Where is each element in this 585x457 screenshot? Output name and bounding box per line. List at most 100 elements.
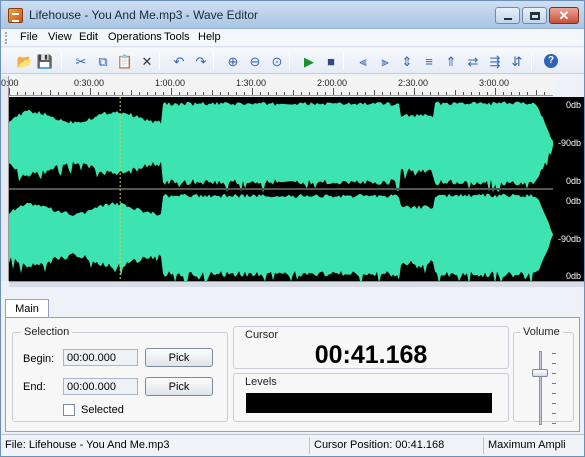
copy-icon: ⧉ (98, 53, 108, 69)
ruler-tick (462, 92, 464, 95)
ruler-tick (122, 92, 124, 95)
selected-label: Selected (81, 404, 124, 416)
redo-icon: ↷ (195, 53, 207, 69)
cursor-group: Cursor 00:41.168 (233, 326, 509, 369)
pick-begin-button[interactable]: Pick (145, 348, 213, 367)
toolbar: 📂 💾 ✂ ⧉ 📋 ✕ ↶ ↷ ⊕ ⊖ ⊙ ▶ ■ ⫷ ⫸ ⇕ ≡ ⇑ ⇄ ⇶ ⇵? (1, 48, 584, 74)
time-ruler[interactable]: 0:00 0:30.00 1:00.00 1:30.00 2:00.00 2:30.00 3… (1, 76, 553, 96)
ruler-tick (73, 92, 75, 95)
cut-icon: ✂ (75, 53, 87, 69)
ruler-tick (195, 92, 197, 95)
volume-tick (552, 403, 556, 404)
ruler-tick (341, 92, 343, 95)
cut-button[interactable]: ✂ (71, 51, 91, 71)
menu-operations[interactable]: Operations (108, 31, 162, 43)
save-icon: 💾 (36, 53, 54, 69)
ruler-tick (381, 92, 383, 95)
track-header-strip (1, 76, 9, 281)
pick-end-button[interactable]: Pick (145, 377, 213, 396)
open-folder-button[interactable]: 📂 (15, 51, 35, 71)
menu-edit[interactable]: Edit (79, 31, 98, 43)
toolbar-separator (159, 52, 160, 70)
toolbar-separator (61, 52, 62, 70)
play-button[interactable]: ▶ (299, 51, 319, 71)
cursor-title: Cursor (245, 329, 279, 341)
minimize-button[interactable] (495, 7, 520, 24)
horizontal-scrollbar[interactable] (9, 281, 584, 287)
ruler-tick (260, 92, 262, 95)
selection-group: Selection Begin: Pick End: Pick Selected (12, 326, 228, 422)
toolbar-separator (289, 52, 290, 70)
volume-tick (552, 423, 556, 424)
begin-field[interactable] (63, 349, 138, 366)
waveform-channel-1 (9, 101, 553, 193)
ruler-tick (81, 92, 83, 95)
status-cursor-position: Cursor Position: 00:41.168 (309, 437, 481, 454)
menu-help[interactable]: Help (198, 31, 221, 43)
ruler-tick (235, 92, 237, 95)
fade-in-button[interactable]: ⫷ (353, 51, 373, 71)
save-button[interactable]: 💾 (35, 51, 55, 71)
ruler-tick (422, 92, 424, 95)
normalize-button[interactable]: ⇕ (397, 51, 417, 71)
zoom-in-button[interactable]: ⊕ (223, 51, 243, 71)
redo-button[interactable]: ↷ (191, 51, 211, 71)
ruler-tick (17, 92, 19, 95)
status-bar: File: Lifehouse - You And Me.mp3 Cursor … (1, 434, 584, 456)
stop-button[interactable]: ■ (321, 51, 341, 71)
effect-icon: ⇶ (489, 53, 501, 69)
menu-tools[interactable]: Tools (164, 31, 190, 43)
help-button[interactable]: ? (541, 51, 561, 71)
delete-button[interactable]: ✕ (137, 51, 157, 71)
toolbar-separator (343, 52, 344, 70)
zoom-fit-button[interactable]: ⊙ (267, 51, 287, 71)
effect-2-button[interactable]: ⇵ (507, 51, 527, 71)
zoom-out-icon: ⊖ (249, 53, 261, 69)
undo-button[interactable]: ↶ (169, 51, 189, 71)
amplify-button[interactable]: ⇑ (441, 51, 461, 71)
paste-button[interactable]: 📋 (115, 51, 135, 71)
copy-button[interactable]: ⧉ (93, 51, 113, 71)
db-label: -90db (557, 234, 581, 244)
normalize-icon: ⇕ (401, 53, 413, 69)
begin-label: Begin: (23, 353, 55, 365)
menu-file[interactable]: File (20, 31, 38, 43)
main-panel: Selection Begin: Pick End: Pick Selected… (5, 317, 580, 432)
ruler-tick (25, 92, 27, 95)
fade-in-icon: ⫷ (359, 53, 367, 69)
play-icon: ▶ (304, 53, 314, 69)
waveform-view[interactable] (9, 97, 553, 285)
menu-bar: File View Edit Operations Tools Help (1, 29, 584, 47)
amplify-icon: ⇑ (445, 53, 457, 69)
ruler-label: 2:00.00 (317, 78, 348, 88)
db-scale: 0db -90db 0db 0db -90db 0db (553, 97, 584, 281)
effect-button[interactable]: ⇶ (485, 51, 505, 71)
ruler-tick (57, 92, 59, 95)
ruler-tick (227, 92, 229, 95)
ruler-tick (349, 92, 351, 95)
tab-main[interactable]: Main (5, 299, 49, 317)
ruler-tick (535, 90, 537, 95)
maximize-button[interactable] (522, 7, 547, 24)
volume-tick (552, 413, 556, 414)
silence-button[interactable]: ≡ (419, 51, 439, 71)
waveform-channel-2 (9, 193, 553, 285)
title-bar: Lifehouse - You And Me.mp3 - Wave Editor… (1, 1, 584, 29)
ruler-tick (114, 92, 116, 95)
fade-out-button[interactable]: ⫸ (375, 51, 395, 71)
help-icon: ? (544, 54, 558, 68)
toolbar-separator (213, 52, 214, 70)
ruler-tick (446, 92, 448, 95)
reverse-button[interactable]: ⇄ (463, 51, 483, 71)
zoom-out-button[interactable]: ⊖ (245, 51, 265, 71)
end-field[interactable] (63, 378, 138, 395)
volume-tick (552, 383, 556, 384)
selected-checkbox[interactable] (63, 404, 75, 416)
ruler-tick (106, 92, 108, 95)
ruler-tick (478, 92, 480, 95)
close-button[interactable]: ✕ (549, 7, 579, 24)
db-label: -90db (557, 138, 581, 148)
ruler-label: 1:30.00 (236, 78, 267, 88)
volume-slider[interactable] (532, 369, 548, 378)
menu-view[interactable]: View (48, 31, 72, 43)
